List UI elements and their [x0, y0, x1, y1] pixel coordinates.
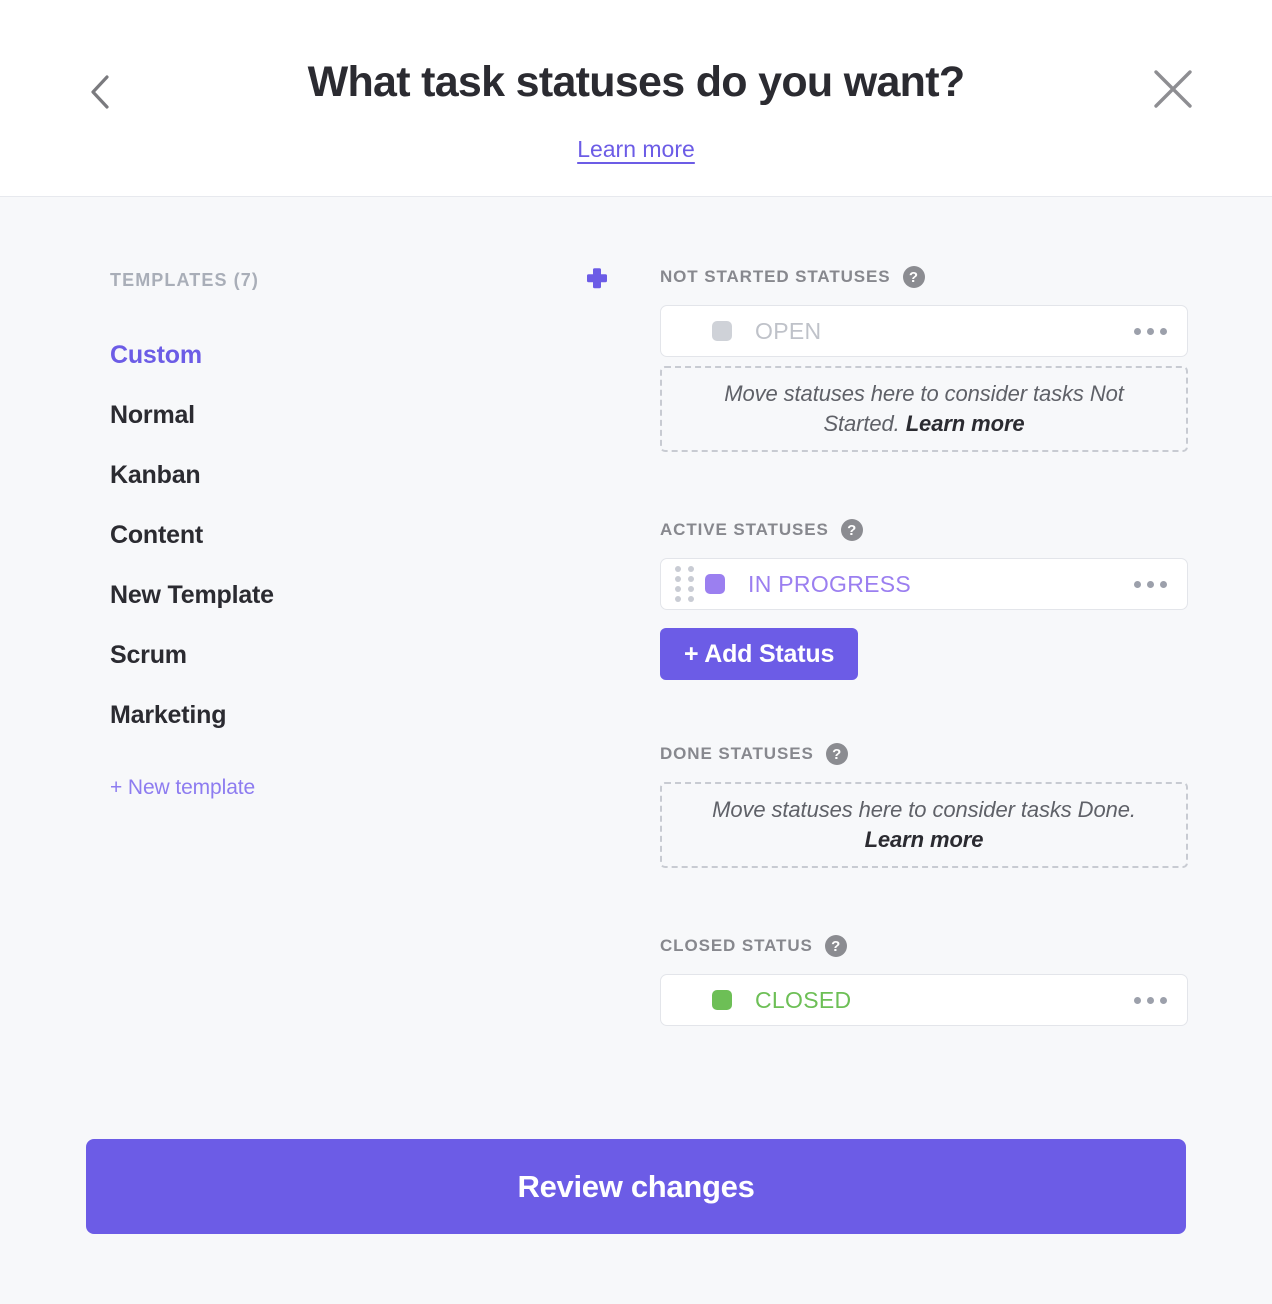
- template-item-new-template[interactable]: New Template: [110, 565, 605, 625]
- status-color-swatch: [712, 990, 732, 1010]
- template-item-marketing[interactable]: Marketing: [110, 685, 605, 745]
- status-name: CLOSED: [755, 987, 851, 1014]
- review-changes-button[interactable]: Review changes: [86, 1139, 1186, 1234]
- spacer: [660, 452, 1188, 518]
- template-item-content[interactable]: Content: [110, 505, 605, 565]
- templates-heading: TEMPLATES (7): [110, 270, 259, 291]
- dropzone-text: Move statuses here to consider tasks Not…: [684, 379, 1164, 438]
- add-template-button[interactable]: [582, 265, 612, 295]
- dropzone-message: Move statuses here to consider tasks Don…: [712, 797, 1136, 822]
- header-learn-more: Learn more: [0, 136, 1272, 163]
- dropzone-not-started[interactable]: Move statuses here to consider tasks Not…: [660, 366, 1188, 452]
- status-color-swatch: [712, 321, 732, 341]
- page-title: What task statuses do you want?: [0, 57, 1272, 109]
- template-item-normal[interactable]: Normal: [110, 385, 605, 445]
- dropzone-done[interactable]: Move statuses here to consider tasks Don…: [660, 782, 1188, 868]
- modal-body: TEMPLATES (7) Custom Normal Kanban Conte…: [0, 197, 1272, 1304]
- learn-more-link[interactable]: Learn more: [577, 136, 695, 162]
- spacer: [660, 680, 1188, 742]
- status-name: OPEN: [755, 318, 821, 345]
- drag-handle-icon[interactable]: [675, 566, 705, 602]
- statuses-panel: NOT STARTED STATUSES ? OPEN Move statuse…: [660, 265, 1188, 1026]
- modal-footer: Review changes: [86, 1139, 1186, 1234]
- status-row[interactable]: IN PROGRESS: [660, 558, 1188, 610]
- close-button[interactable]: [1142, 58, 1204, 120]
- group-header-closed: CLOSED STATUS ?: [660, 934, 1188, 958]
- group-header-not-started: NOT STARTED STATUSES ?: [660, 265, 1188, 289]
- group-label-active: ACTIVE STATUSES: [660, 520, 829, 540]
- status-options-icon[interactable]: [1132, 989, 1169, 1012]
- templates-panel: TEMPLATES (7) Custom Normal Kanban Conte…: [110, 267, 605, 800]
- task-statuses-modal: What task statuses do you want? Learn mo…: [0, 0, 1272, 1304]
- template-item-custom[interactable]: Custom: [110, 325, 605, 385]
- status-options-icon[interactable]: [1132, 320, 1169, 343]
- group-header-done: DONE STATUSES ?: [660, 742, 1188, 766]
- new-template-button[interactable]: + New template: [110, 776, 605, 800]
- group-header-active: ACTIVE STATUSES ?: [660, 518, 1188, 542]
- group-done: DONE STATUSES ? Move statuses here to co…: [660, 742, 1188, 868]
- group-label-closed: CLOSED STATUS: [660, 936, 813, 956]
- dropzone-learn-more-link[interactable]: Learn more: [906, 411, 1025, 436]
- group-label-done: DONE STATUSES: [660, 744, 814, 764]
- modal-header: What task statuses do you want? Learn mo…: [0, 0, 1272, 197]
- status-name: IN PROGRESS: [748, 571, 911, 598]
- templates-header: TEMPLATES (7): [110, 267, 605, 293]
- status-color-swatch: [705, 574, 725, 594]
- template-item-scrum[interactable]: Scrum: [110, 625, 605, 685]
- status-row[interactable]: OPEN: [660, 305, 1188, 357]
- add-status-button[interactable]: + Add Status: [660, 628, 858, 680]
- dropzone-text: Move statuses here to consider tasks Don…: [684, 795, 1164, 854]
- dropzone-learn-more-link[interactable]: Learn more: [865, 827, 984, 852]
- help-icon[interactable]: ?: [825, 935, 847, 957]
- template-item-kanban[interactable]: Kanban: [110, 445, 605, 505]
- help-icon[interactable]: ?: [841, 519, 863, 541]
- status-options-icon[interactable]: [1132, 573, 1169, 596]
- group-active: ACTIVE STATUSES ? IN PROGRESS + Add Stat…: [660, 518, 1188, 680]
- status-row[interactable]: CLOSED: [660, 974, 1188, 1026]
- group-not-started: NOT STARTED STATUSES ? OPEN Move statuse…: [660, 265, 1188, 452]
- help-icon[interactable]: ?: [826, 743, 848, 765]
- group-label-not-started: NOT STARTED STATUSES: [660, 267, 891, 287]
- group-closed: CLOSED STATUS ? CLOSED: [660, 934, 1188, 1026]
- spacer: [660, 868, 1188, 934]
- close-icon: [1150, 66, 1196, 112]
- plus-icon: [585, 266, 609, 295]
- help-icon[interactable]: ?: [903, 266, 925, 288]
